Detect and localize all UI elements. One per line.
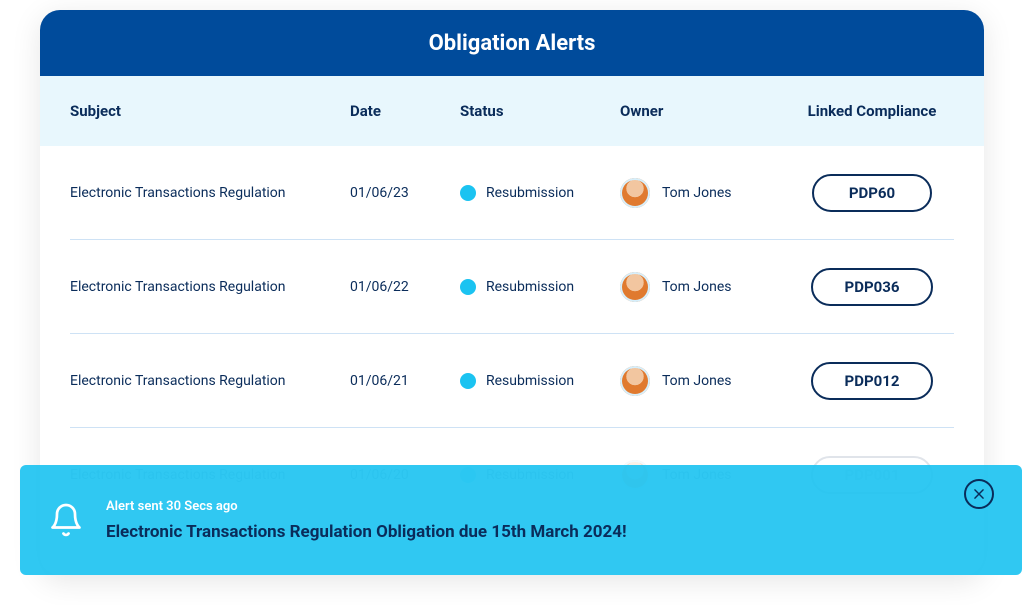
col-subject: Subject <box>70 102 350 120</box>
table-header-row: Subject Date Status Owner Linked Complia… <box>40 76 984 146</box>
cell-status: Resubmission <box>460 279 620 295</box>
cell-date: 01/06/23 <box>350 185 460 201</box>
avatar <box>620 366 650 396</box>
table-row[interactable]: Electronic Transactions Regulation 01/06… <box>70 240 954 334</box>
page-title: Obligation Alerts <box>40 10 984 76</box>
status-label: Resubmission <box>486 279 574 295</box>
close-icon <box>972 487 986 501</box>
owner-name: Tom Jones <box>662 185 732 201</box>
bell-icon <box>48 502 84 538</box>
status-dot-icon <box>460 279 476 295</box>
toast-close-button[interactable] <box>964 479 994 509</box>
owner-name: Tom Jones <box>662 373 732 389</box>
alert-toast: Alert sent 30 Secs ago Electronic Transa… <box>20 465 1022 575</box>
linked-compliance-pill[interactable]: PDP012 <box>811 362 934 400</box>
toast-timestamp: Alert sent 30 Secs ago <box>106 499 942 514</box>
cell-subject: Electronic Transactions Regulation <box>70 373 350 389</box>
cell-subject: Electronic Transactions Regulation <box>70 279 350 295</box>
cell-linked: PDP036 <box>790 268 954 306</box>
status-label: Resubmission <box>486 373 574 389</box>
cell-linked: PDP012 <box>790 362 954 400</box>
cell-owner: Tom Jones <box>620 178 790 208</box>
avatar <box>620 272 650 302</box>
cell-linked: PDP60 <box>790 174 954 212</box>
col-owner: Owner <box>620 102 790 120</box>
cell-status: Resubmission <box>460 373 620 389</box>
table-row[interactable]: Electronic Transactions Regulation 01/06… <box>70 146 954 240</box>
linked-compliance-pill[interactable]: PDP60 <box>812 174 932 212</box>
avatar <box>620 178 650 208</box>
col-status: Status <box>460 102 620 120</box>
toast-message: Electronic Transactions Regulation Oblig… <box>106 522 942 542</box>
col-linked: Linked Compliance <box>790 102 954 120</box>
cell-date: 01/06/22 <box>350 279 460 295</box>
table-row[interactable]: Electronic Transactions Regulation 01/06… <box>70 334 954 428</box>
cell-date: 01/06/21 <box>350 373 460 389</box>
linked-compliance-pill[interactable]: PDP036 <box>811 268 934 306</box>
cell-status: Resubmission <box>460 185 620 201</box>
cell-subject: Electronic Transactions Regulation <box>70 185 350 201</box>
toast-content: Alert sent 30 Secs ago Electronic Transa… <box>106 499 942 542</box>
status-label: Resubmission <box>486 185 574 201</box>
status-dot-icon <box>460 185 476 201</box>
status-dot-icon <box>460 373 476 389</box>
owner-name: Tom Jones <box>662 279 732 295</box>
cell-owner: Tom Jones <box>620 366 790 396</box>
cell-owner: Tom Jones <box>620 272 790 302</box>
col-date: Date <box>350 102 460 120</box>
